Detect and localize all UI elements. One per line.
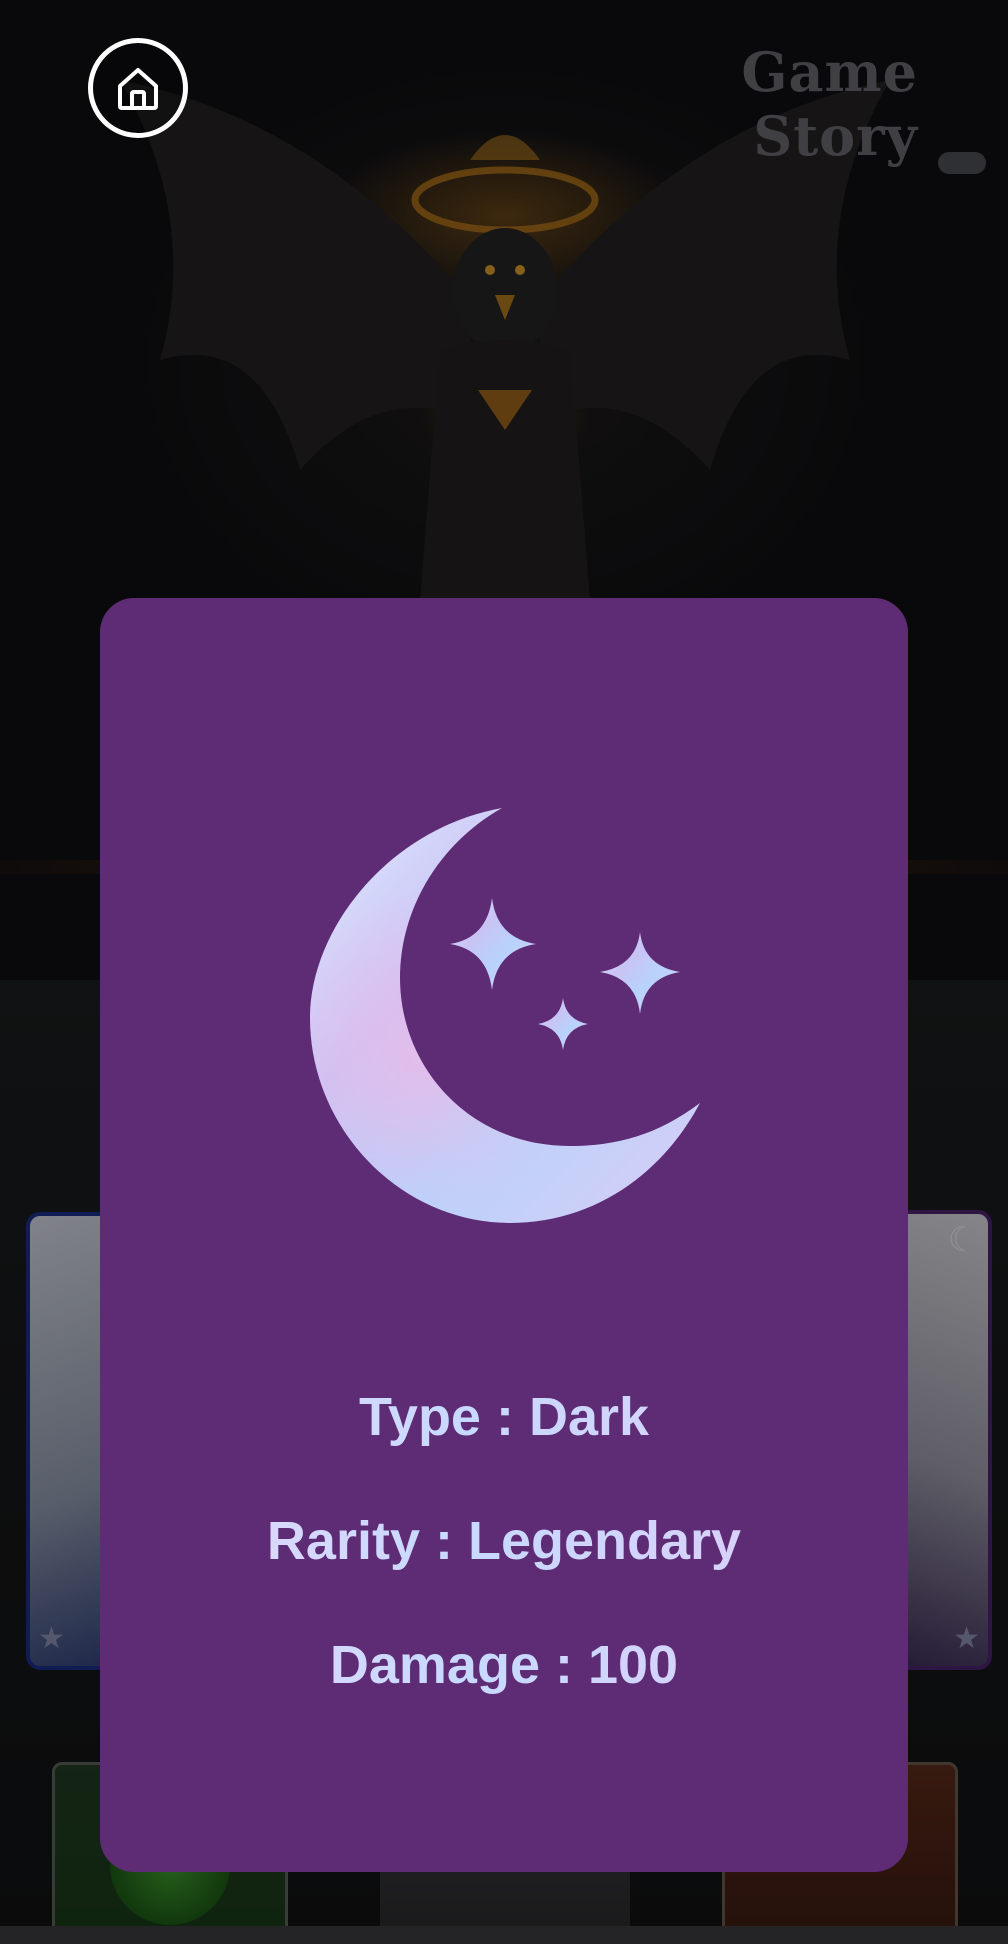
stat-rarity-value: Legendary xyxy=(467,1511,742,1571)
home-button[interactable] xyxy=(88,38,188,138)
stat-rarity: Rarity : Legendary xyxy=(100,1479,908,1603)
game-screen: ★ ☾ ★ Game Story Type: Dark Rarity: Le… xyxy=(0,0,1008,1944)
crescent-moon-stars-icon xyxy=(310,808,700,1223)
card-stats: Type : Dark Rarity : Legendary Damage : … xyxy=(100,1355,908,1727)
stat-type-value: Dark xyxy=(528,1387,650,1447)
menu-toggle[interactable] xyxy=(938,152,986,174)
stat-separator: : xyxy=(539,1635,588,1695)
stat-damage: Damage : 100 xyxy=(100,1603,908,1727)
stat-type-label: Type xyxy=(358,1387,481,1447)
stat-separator: : xyxy=(480,1387,529,1447)
stat-rarity-label: Rarity xyxy=(266,1511,420,1571)
stat-type: Type : Dark xyxy=(100,1355,908,1479)
stat-separator: : xyxy=(419,1511,468,1571)
page-title: Game Story xyxy=(741,40,918,168)
stat-damage-value: 100 xyxy=(587,1635,679,1695)
stat-damage-label: Damage xyxy=(329,1635,540,1695)
home-icon xyxy=(118,68,158,110)
